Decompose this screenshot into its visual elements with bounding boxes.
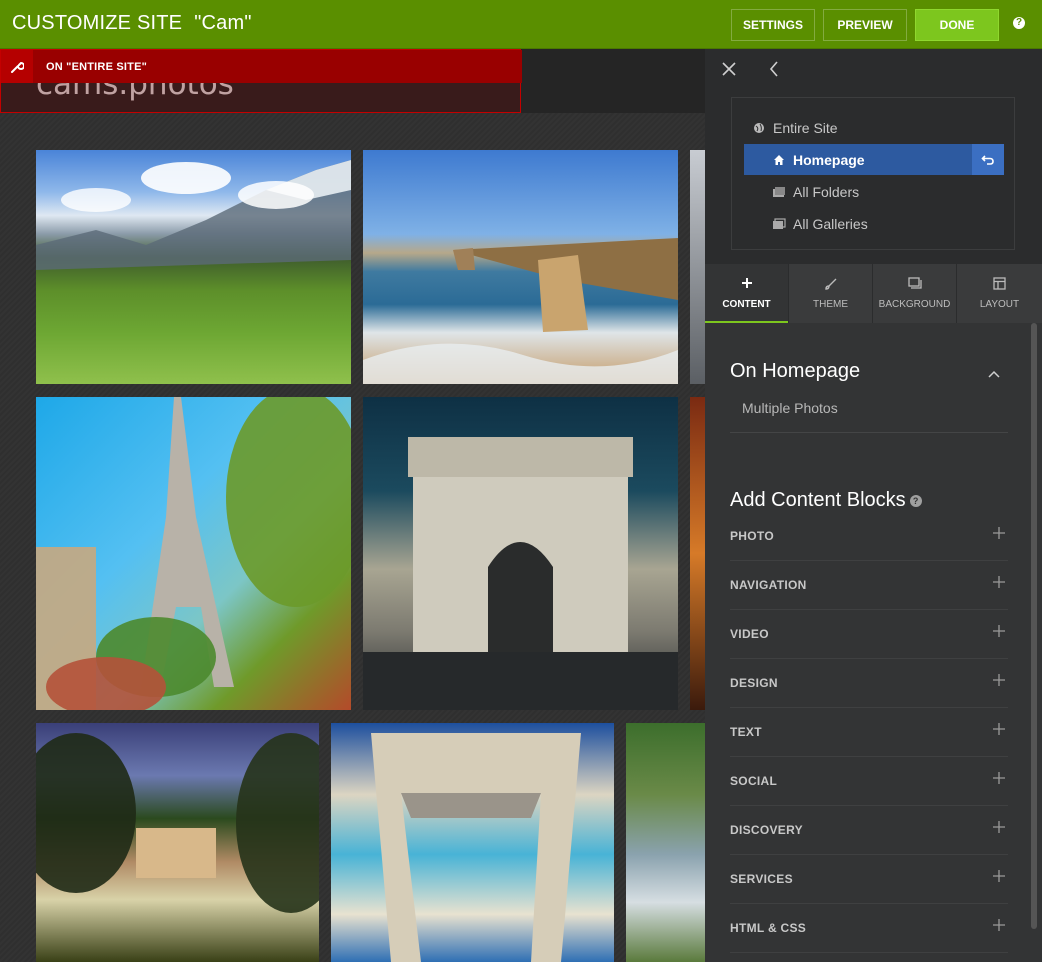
settings-button[interactable]: SETTINGS — [731, 9, 815, 41]
block-label: HTML & CSS — [730, 921, 807, 935]
add-block-photo[interactable]: PHOTO — [730, 512, 1008, 561]
tab-theme[interactable]: THEME — [789, 264, 872, 323]
plus-icon[interactable] — [992, 869, 1006, 883]
content-block-multiple-photos[interactable]: Multiple Photos — [742, 400, 838, 416]
tab-label: CONTENT — [722, 299, 771, 310]
panel-scrollbar[interactable] — [1031, 323, 1037, 929]
add-block-social[interactable]: SOCIAL — [730, 757, 1008, 806]
add-block-services[interactable]: SERVICES — [730, 855, 1008, 904]
plus-icon[interactable] — [992, 575, 1006, 589]
photo-arc-de-triomphe[interactable] — [363, 397, 678, 710]
add-block-navigation[interactable]: NAVIGATION — [730, 561, 1008, 610]
tab-label: LAYOUT — [979, 299, 1020, 310]
plus-icon[interactable] — [992, 673, 1006, 687]
photo-villa-river[interactable] — [36, 723, 319, 962]
on-homepage-heading: On Homepage — [730, 360, 861, 382]
photo-partial-1[interactable] — [690, 150, 705, 384]
photo-partial-2[interactable] — [690, 397, 705, 710]
site-preview-canvas: cams.photos ON "ENTIRE SITE" — [0, 49, 705, 962]
background-icon — [873, 277, 956, 293]
tree-item-label: Homepage — [793, 151, 865, 168]
chevron-up-icon[interactable] — [987, 367, 1001, 381]
plus-icon[interactable] — [992, 820, 1006, 834]
layout-icon — [957, 277, 1042, 293]
block-label: NAVIGATION — [730, 578, 807, 592]
photo-coastal-cliffs[interactable] — [363, 150, 678, 384]
wrench-icon[interactable] — [1, 50, 33, 83]
block-label: DISCOVERY — [730, 823, 803, 837]
scope-label: ON "ENTIRE SITE" — [46, 61, 148, 73]
block-label: SOCIAL — [730, 774, 778, 788]
tree-item-label: Entire Site — [773, 119, 838, 136]
tree-item-all-galleries[interactable]: All Galleries — [744, 208, 1004, 239]
tab-layout[interactable]: LAYOUT — [957, 264, 1042, 323]
folders-icon — [772, 185, 786, 199]
panel-header: Entire Site Homepage All Folders All Gal… — [705, 49, 1042, 264]
page-scope-tree: Entire Site Homepage All Folders All Gal… — [731, 97, 1015, 250]
add-block-discovery[interactable]: DISCOVERY — [730, 806, 1008, 855]
add-content-blocks-label: Add Content Blocks — [730, 489, 906, 511]
tab-content[interactable]: CONTENT — [705, 264, 788, 323]
add-content-blocks-heading: Add Content Blocks? — [730, 489, 922, 512]
help-icon[interactable]: ? — [1013, 17, 1025, 29]
block-label: DESIGN — [730, 676, 778, 690]
site-name-label: "Cam" — [194, 12, 252, 34]
block-label: TEXT — [730, 725, 762, 739]
customize-panel: Entire Site Homepage All Folders All Gal… — [705, 49, 1042, 962]
tab-label: THEME — [813, 299, 848, 310]
close-icon[interactable] — [719, 59, 739, 79]
home-icon — [772, 153, 786, 167]
brush-icon — [789, 277, 872, 293]
block-label: SERVICES — [730, 872, 793, 886]
panel-tabs: CONTENT THEME BACKGROUND LAYOUT — [705, 264, 1042, 323]
divider — [730, 432, 1008, 433]
tab-background[interactable]: BACKGROUND — [873, 264, 956, 323]
top-bar: CUSTOMIZE SITE "Cam" SETTINGS PREVIEW DON… — [0, 0, 1042, 49]
plus-icon — [705, 277, 788, 293]
block-label: VIDEO — [730, 627, 769, 641]
add-block-text[interactable]: TEXT — [730, 708, 1008, 757]
help-icon[interactable]: ? — [909, 495, 922, 507]
plus-icon[interactable] — [992, 722, 1006, 736]
chevron-left-icon[interactable] — [765, 59, 785, 79]
plus-icon[interactable] — [992, 526, 1006, 540]
globe-icon — [752, 121, 766, 135]
done-button[interactable]: DONE — [915, 9, 999, 41]
add-block-html-css[interactable]: HTML & CSS — [730, 904, 1008, 953]
entire-site-block-label[interactable]: ON "ENTIRE SITE" — [1, 50, 522, 83]
add-block-design[interactable]: DESIGN — [730, 659, 1008, 708]
plus-icon[interactable] — [992, 771, 1006, 785]
photo-mountain-meadow[interactable] — [36, 150, 351, 384]
plus-icon[interactable] — [992, 918, 1006, 932]
entire-site-block-outline[interactable]: ON "ENTIRE SITE" — [0, 49, 522, 113]
customize-title-label: CUSTOMIZE SITE — [12, 12, 183, 34]
tree-item-entire-site[interactable]: Entire Site — [744, 112, 1004, 143]
galleries-icon — [772, 217, 786, 231]
tree-item-label: All Galleries — [793, 215, 868, 232]
photo-partial-3[interactable] — [626, 723, 705, 962]
tab-label: BACKGROUND — [878, 299, 951, 310]
photo-grande-arche[interactable] — [331, 723, 614, 962]
customize-title: CUSTOMIZE SITE "Cam" — [12, 12, 252, 35]
tree-item-label: All Folders — [793, 183, 860, 200]
tree-item-all-folders[interactable]: All Folders — [744, 176, 1004, 207]
photo-eiffel-tower[interactable] — [36, 397, 351, 710]
tree-item-homepage[interactable]: Homepage — [744, 144, 972, 175]
block-label: PHOTO — [730, 529, 774, 543]
preview-button[interactable]: PREVIEW — [823, 9, 907, 41]
add-block-video[interactable]: VIDEO — [730, 610, 1008, 659]
undo-icon[interactable] — [972, 144, 1004, 175]
plus-icon[interactable] — [992, 624, 1006, 638]
